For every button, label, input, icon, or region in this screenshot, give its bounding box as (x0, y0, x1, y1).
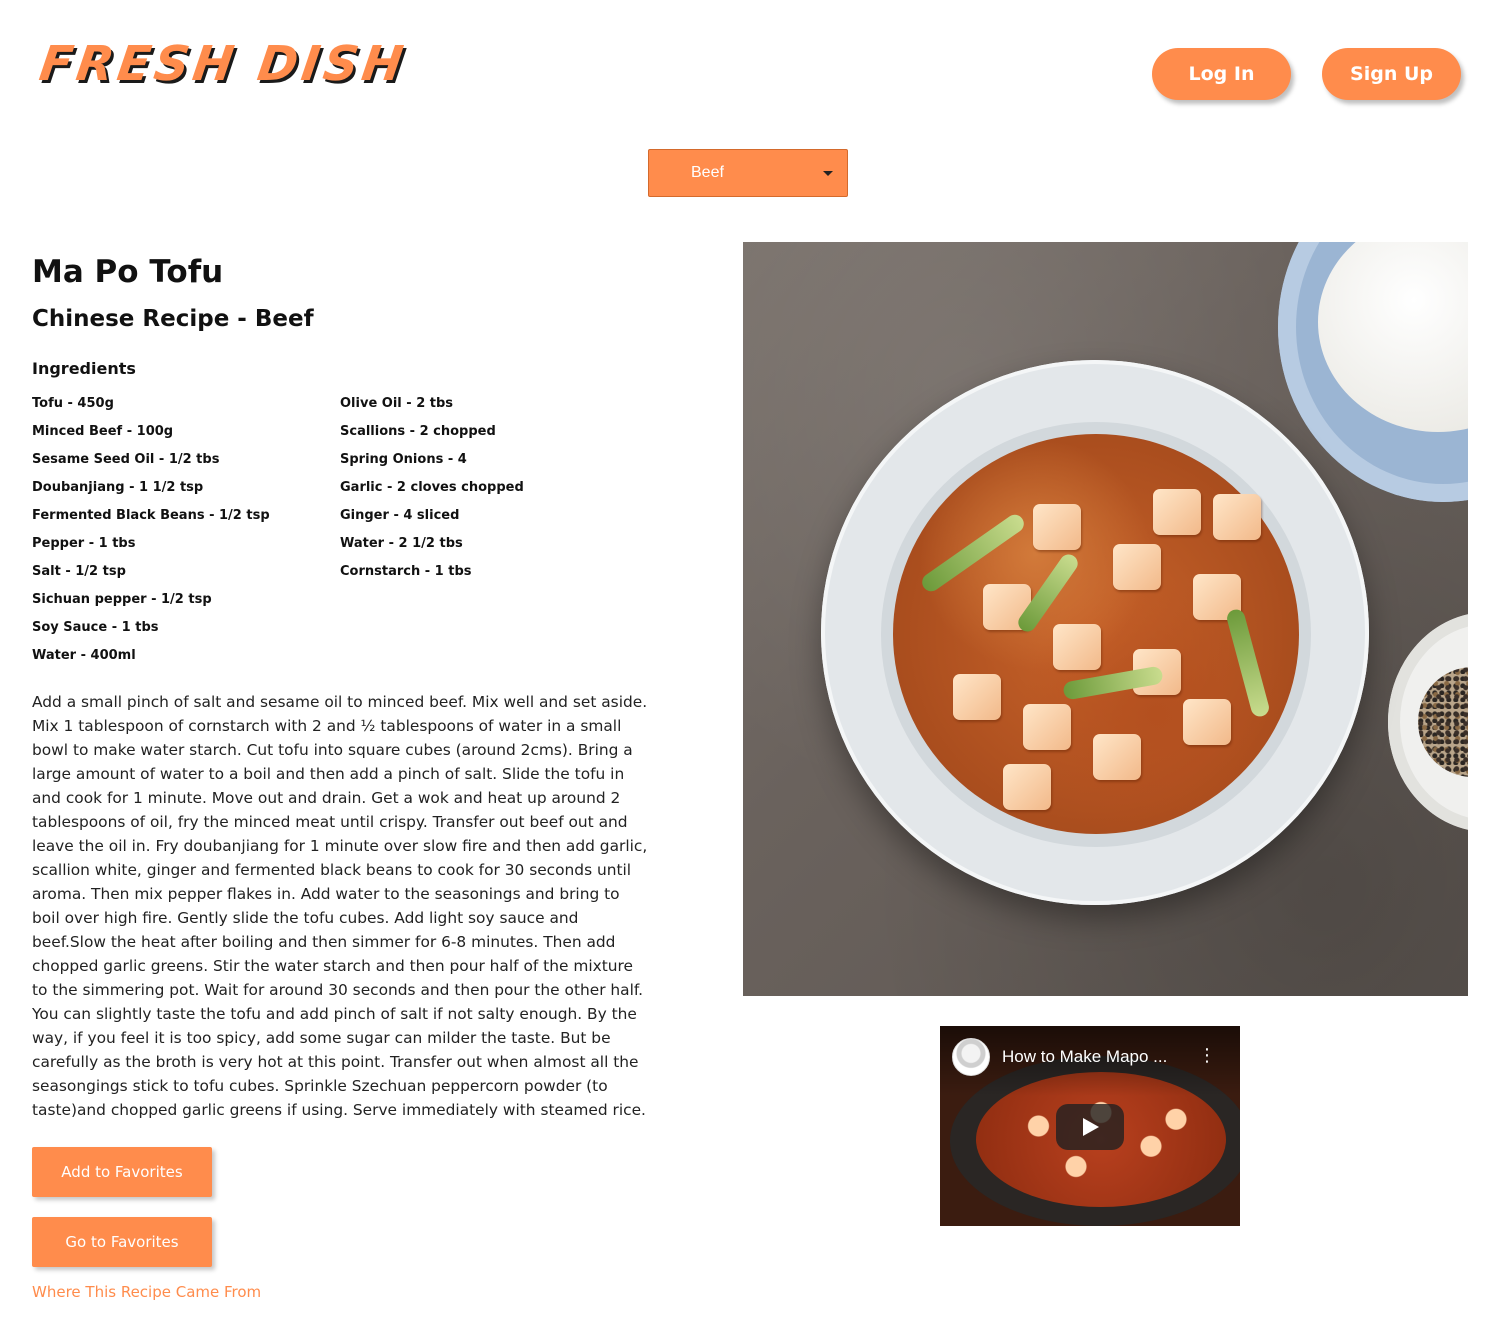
recipe-source-link[interactable]: Where This Recipe Came From (32, 1283, 261, 1301)
ingredient-item: Sichuan pepper - 1/2 tsp (32, 592, 212, 607)
video-title[interactable]: How to Make Mapo ... (1002, 1047, 1192, 1067)
ingredient-item: Spring Onions - 4 (340, 452, 467, 467)
ingredient-item: Cornstarch - 1 tbs (340, 564, 472, 579)
ingredients-list-left: Tofu - 450g Minced Beef - 100g Sesame Se… (32, 396, 270, 676)
caret-down-icon (823, 171, 833, 176)
ingredient-item: Olive Oil - 2 tbs (340, 396, 454, 411)
vertical-dots-icon[interactable]: ⋮ (1198, 1044, 1216, 1068)
add-to-favorites-button[interactable]: Add to Favorites (32, 1147, 212, 1197)
mapo-tofu-bowl (821, 360, 1369, 905)
ingredient-item: Fermented Black Beans - 1/2 tsp (32, 508, 270, 523)
go-to-favorites-button[interactable]: Go to Favorites (32, 1217, 212, 1267)
ingredient-item: Doubanjiang - 1 1/2 tsp (32, 480, 204, 495)
ingredient-item: Sesame Seed Oil - 1/2 tbs (32, 452, 220, 467)
ingredient-item: Scallions - 2 chopped (340, 424, 496, 439)
recipe-subtitle: Chinese Recipe - Beef (32, 306, 314, 332)
ingredient-item: Water - 2 1/2 tbs (340, 536, 463, 551)
channel-avatar[interactable] (952, 1038, 990, 1076)
ingredient-item: Minced Beef - 100g (32, 424, 174, 439)
spice-dish (1388, 612, 1468, 832)
play-button[interactable] (1056, 1104, 1124, 1150)
ingredient-item: Soy Sauce - 1 tbs (32, 620, 159, 635)
ingredients-list-right: Olive Oil - 2 tbs Scallions - 2 chopped … (340, 396, 524, 592)
recipe-title: Ma Po Tofu (32, 254, 224, 290)
category-selected-value: Beef (691, 164, 724, 181)
category-dropdown[interactable]: Beef (648, 149, 848, 197)
ingredient-item: Tofu - 450g (32, 396, 114, 411)
recipe-video-embed[interactable]: How to Make Mapo ... ⋮ (940, 1026, 1240, 1226)
site-logo[interactable]: FRESH DISH (36, 36, 410, 92)
ingredient-item: Pepper - 1 tbs (32, 536, 136, 551)
recipe-instructions: Add a small pinch of salt and sesame oil… (32, 693, 648, 1119)
login-button[interactable]: Log In (1152, 48, 1291, 100)
ingredients-heading: Ingredients (32, 359, 136, 378)
recipe-image (743, 242, 1468, 996)
ingredient-item: Garlic - 2 cloves chopped (340, 480, 524, 495)
play-icon (1083, 1118, 1099, 1136)
ingredient-item: Water - 400ml (32, 648, 136, 663)
signup-button[interactable]: Sign Up (1322, 48, 1461, 100)
ingredient-item: Salt - 1/2 tsp (32, 564, 126, 579)
ingredient-item: Ginger - 4 sliced (340, 508, 460, 523)
